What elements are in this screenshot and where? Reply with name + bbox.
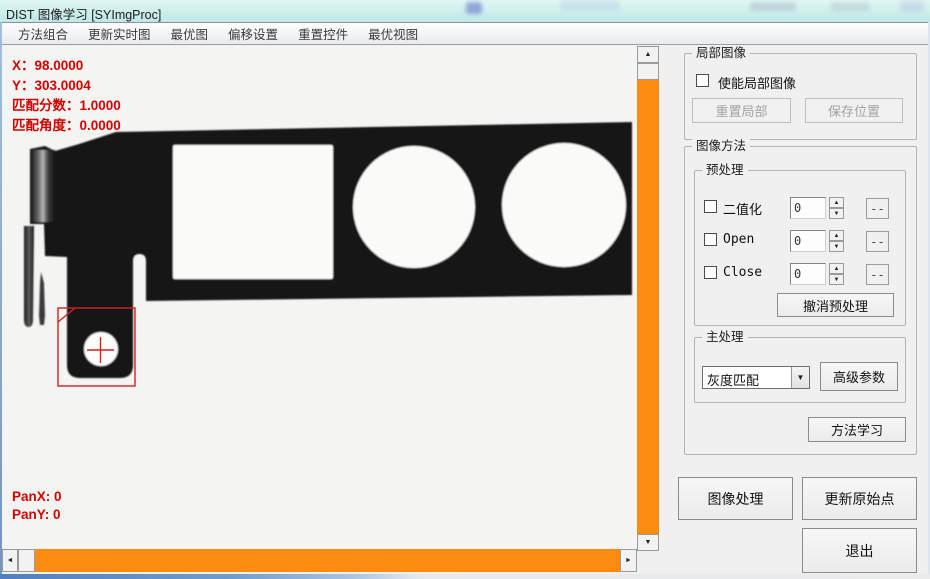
menu-item-best-image[interactable]: 最优图 <box>161 22 219 45</box>
method-select-value: 灰度匹配 <box>703 367 791 388</box>
enable-local-image-label: 使能局部图像 <box>718 73 796 92</box>
menu-item-offset-setup[interactable]: 偏移设置 <box>218 22 288 45</box>
binarize-checkbox[interactable] <box>704 200 717 213</box>
hscroll-right-button[interactable]: ► <box>620 549 637 572</box>
advanced-params-button[interactable]: 高级参数 <box>820 362 898 391</box>
open-dash-frame: -- <box>866 231 889 252</box>
main-process-group-title: 主处理 <box>702 330 748 345</box>
spin-up-button[interactable]: ▲ <box>829 230 844 241</box>
open-value-input[interactable]: 0 <box>790 230 826 252</box>
open-checkbox[interactable] <box>704 233 717 246</box>
method-select[interactable]: 灰度匹配 ▼ <box>702 366 810 389</box>
enable-local-image-checkbox[interactable] <box>696 74 709 87</box>
menubar: 方法组合 更新实时图 最优图 偏移设置 重置控件 最优视图 <box>0 22 930 45</box>
spin-down-button[interactable]: ▼ <box>829 208 844 219</box>
reset-local-button[interactable]: 重置局部 <box>692 98 791 123</box>
close-checkbox[interactable] <box>704 266 717 279</box>
match-x-readout: X：98.0000 <box>12 54 83 74</box>
titlebar[interactable]: DIST 图像学习 [SYImgProc] <box>0 0 930 22</box>
method-learn-button[interactable]: 方法学习 <box>808 417 906 442</box>
image-method-group-title: 图像方法 <box>692 139 750 154</box>
binarize-spinner[interactable]: ▲ ▼ <box>829 197 844 219</box>
app-window: DIST 图像学习 [SYImgProc] 方法组合 更新实时图 最优图 偏移设… <box>0 0 930 579</box>
save-position-button[interactable]: 保存位置 <box>805 98 903 123</box>
image-viewport[interactable]: X：98.0000 Y：303.0004 匹配分数：1.0000 匹配角度：0.… <box>2 46 637 549</box>
vscroll-down-button[interactable]: ▼ <box>637 534 659 551</box>
spin-down-button[interactable]: ▼ <box>829 241 844 252</box>
window-bottom-border <box>0 574 930 579</box>
bracket-part <box>24 122 632 378</box>
hscroll-track[interactable] <box>35 549 620 572</box>
close-dash-frame: -- <box>866 264 889 285</box>
spin-up-button[interactable]: ▲ <box>829 197 844 208</box>
image-process-button[interactable]: 图像处理 <box>678 477 793 520</box>
preprocess-group-title: 预处理 <box>702 163 748 178</box>
close-spinner[interactable]: ▲ ▼ <box>829 263 844 285</box>
window-title: DIST 图像学习 [SYImgProc] <box>6 4 161 23</box>
close-value-input[interactable]: 0 <box>790 263 826 285</box>
update-origin-button[interactable]: 更新原始点 <box>802 477 917 520</box>
menu-item-best-view[interactable]: 最优视图 <box>358 22 428 45</box>
binarize-dash-frame: -- <box>866 198 889 219</box>
exit-button[interactable]: 退出 <box>802 528 917 573</box>
menu-item-reset-controls[interactable]: 重置控件 <box>288 22 358 45</box>
menu-item-method-combo[interactable]: 方法组合 <box>8 22 78 45</box>
open-spinner[interactable]: ▲ ▼ <box>829 230 844 252</box>
titlebar-artifact <box>830 2 870 11</box>
vscroll-up-button[interactable]: ▲ <box>637 46 659 63</box>
menu-item-update-live[interactable]: 更新实时图 <box>78 22 161 45</box>
local-image-group: 局部图像 <box>684 53 917 140</box>
titlebar-artifact <box>466 2 482 14</box>
vscroll-track[interactable] <box>637 80 659 534</box>
titlebar-artifact <box>750 2 796 11</box>
match-score-readout: 匹配分数：1.0000 <box>12 94 121 114</box>
pan-y-readout: PanY: 0 <box>12 507 61 522</box>
window-left-border <box>0 22 2 574</box>
spin-down-button[interactable]: ▼ <box>829 274 844 285</box>
close-label: Close <box>723 265 762 280</box>
binarize-label: 二值化 <box>723 199 762 218</box>
match-angle-readout: 匹配角度：0.0000 <box>12 114 121 134</box>
match-y-readout: Y：303.0004 <box>12 74 91 94</box>
local-image-group-title: 局部图像 <box>692 46 750 61</box>
titlebar-artifact <box>560 1 620 10</box>
binarize-value-input[interactable]: 0 <box>790 197 826 219</box>
pan-x-readout: PanX: 0 <box>12 489 62 504</box>
hscroll-left-button[interactable]: ◄ <box>2 549 18 572</box>
undo-preprocess-button[interactable]: 撤消预处理 <box>777 293 894 317</box>
chevron-down-icon[interactable]: ▼ <box>791 367 809 388</box>
open-label: Open <box>723 232 754 247</box>
hscroll-thumb[interactable] <box>18 549 35 572</box>
titlebar-artifact <box>900 1 924 12</box>
vscroll-thumb[interactable] <box>637 63 659 80</box>
spin-up-button[interactable]: ▲ <box>829 263 844 274</box>
